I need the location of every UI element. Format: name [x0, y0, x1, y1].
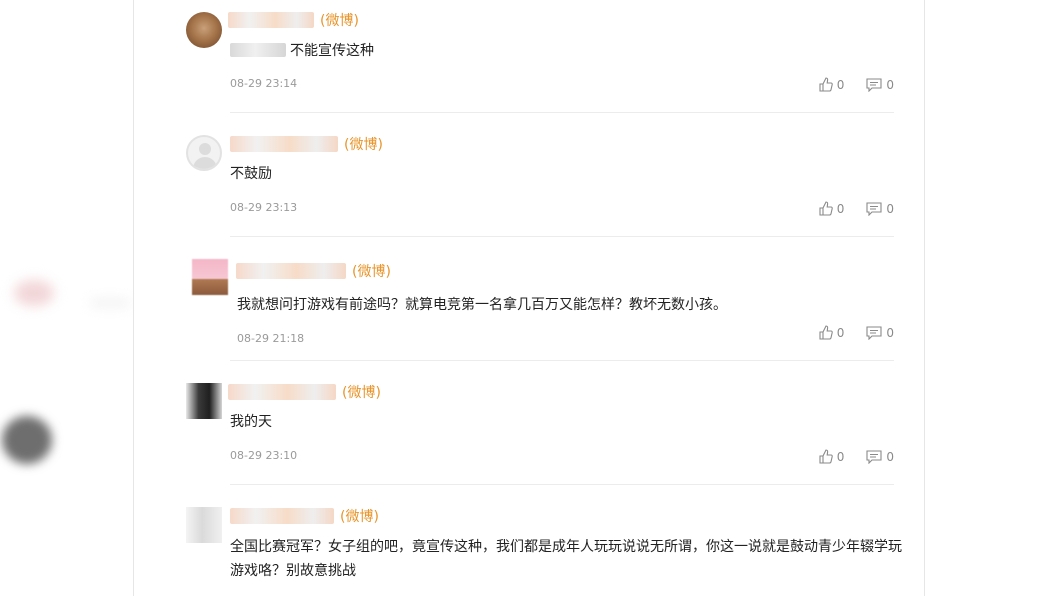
comment-text-row: 不能宣传这种: [230, 40, 374, 62]
comment-bubble-icon: [866, 77, 882, 92]
comment-text: 全国比赛冠军？女子组的吧，竟宣传这种，我们都是成年人玩玩说说无所谓，你这一说就是…: [230, 539, 902, 579]
comment-timestamp: 08-29 21:18: [237, 332, 305, 345]
comment-item: (微博) 我就想问打游戏有前途吗？就算电竞第一名拿几百万又能怎样？教坏无数小孩。…: [134, 237, 926, 361]
comment-item: (微博) 全国比赛冠军？女子组的吧，竟宣传这种，我们都是成年人玩玩说说无所谓，你…: [134, 485, 926, 596]
username-redacted: [230, 136, 338, 152]
comment-item: (微博) 不能宣传这种 08-29 23:14 0 0: [134, 0, 926, 113]
reply-button[interactable]: 0: [866, 78, 894, 92]
comment-actions: 0 0: [819, 77, 894, 92]
reply-button[interactable]: 0: [866, 202, 894, 216]
comment-bubble-icon: [866, 325, 882, 340]
reply-button[interactable]: 0: [866, 450, 894, 464]
avatar[interactable]: [186, 12, 222, 48]
comment-author[interactable]: (微博): [228, 10, 359, 30]
like-button[interactable]: 0: [819, 449, 845, 464]
comment-author[interactable]: (微博): [236, 261, 391, 281]
source-label: (微博): [320, 13, 359, 29]
blurred-background-left: [2, 416, 52, 464]
default-avatar-icon: [199, 143, 211, 155]
comment-item: (微博) 不鼓励 08-29 23:13 0 0: [134, 113, 926, 237]
thumbs-up-icon: [819, 449, 833, 464]
redacted-mention: [230, 43, 286, 57]
reply-count: 0: [886, 201, 894, 216]
source-label: (微博): [340, 509, 379, 525]
comment-item: (微博) 我的天 08-29 23:10 0 0: [134, 361, 926, 485]
like-count: 0: [836, 201, 845, 216]
thumbs-up-icon: [819, 325, 833, 340]
source-label: (微博): [352, 264, 391, 280]
comment-text: 不鼓励: [230, 166, 272, 182]
like-button[interactable]: 0: [819, 325, 845, 340]
reply-button[interactable]: 0: [866, 326, 894, 340]
comment-timestamp: 08-29 23:13: [230, 201, 298, 214]
avatar[interactable]: [186, 383, 222, 419]
reply-count: 0: [886, 77, 894, 92]
source-label: (微博): [342, 385, 381, 401]
username-redacted: [228, 384, 336, 400]
comment-author[interactable]: (微博): [230, 506, 379, 526]
blurred-background-left: [14, 280, 54, 306]
blurred-background-left: [90, 300, 130, 306]
comment-text: 不能宣传这种: [290, 43, 374, 59]
thumbs-up-icon: [819, 77, 833, 92]
thumbs-up-icon: [819, 201, 833, 216]
like-button[interactable]: 0: [819, 77, 845, 92]
source-label: (微博): [344, 137, 383, 153]
comment-author[interactable]: (微博): [228, 382, 381, 402]
avatar[interactable]: [186, 135, 222, 171]
avatar[interactable]: [186, 507, 222, 543]
comment-bubble-icon: [866, 201, 882, 216]
comment-list: (微博) 不能宣传这种 08-29 23:14 0 0 (微博) 不鼓励 08-…: [133, 0, 925, 596]
avatar[interactable]: [192, 259, 228, 295]
comment-author[interactable]: (微博): [230, 134, 383, 154]
comment-actions: 0 0: [819, 201, 894, 216]
comment-text: 我就想问打游戏有前途吗？就算电竞第一名拿几百万又能怎样？教坏无数小孩。: [237, 297, 727, 313]
reply-count: 0: [886, 449, 894, 464]
username-redacted: [228, 12, 314, 28]
like-count: 0: [836, 325, 845, 340]
username-redacted: [236, 263, 346, 279]
comment-bubble-icon: [866, 449, 882, 464]
reply-count: 0: [886, 325, 894, 340]
comment-timestamp: 08-29 23:10: [230, 449, 298, 462]
comment-timestamp: 08-29 23:14: [230, 77, 298, 90]
comment-actions: 0 0: [819, 449, 894, 464]
comment-text: 我的天: [230, 414, 272, 430]
like-count: 0: [836, 77, 845, 92]
comment-actions: 0 0: [819, 325, 894, 340]
username-redacted: [230, 508, 334, 524]
like-count: 0: [836, 449, 845, 464]
like-button[interactable]: 0: [819, 201, 845, 216]
